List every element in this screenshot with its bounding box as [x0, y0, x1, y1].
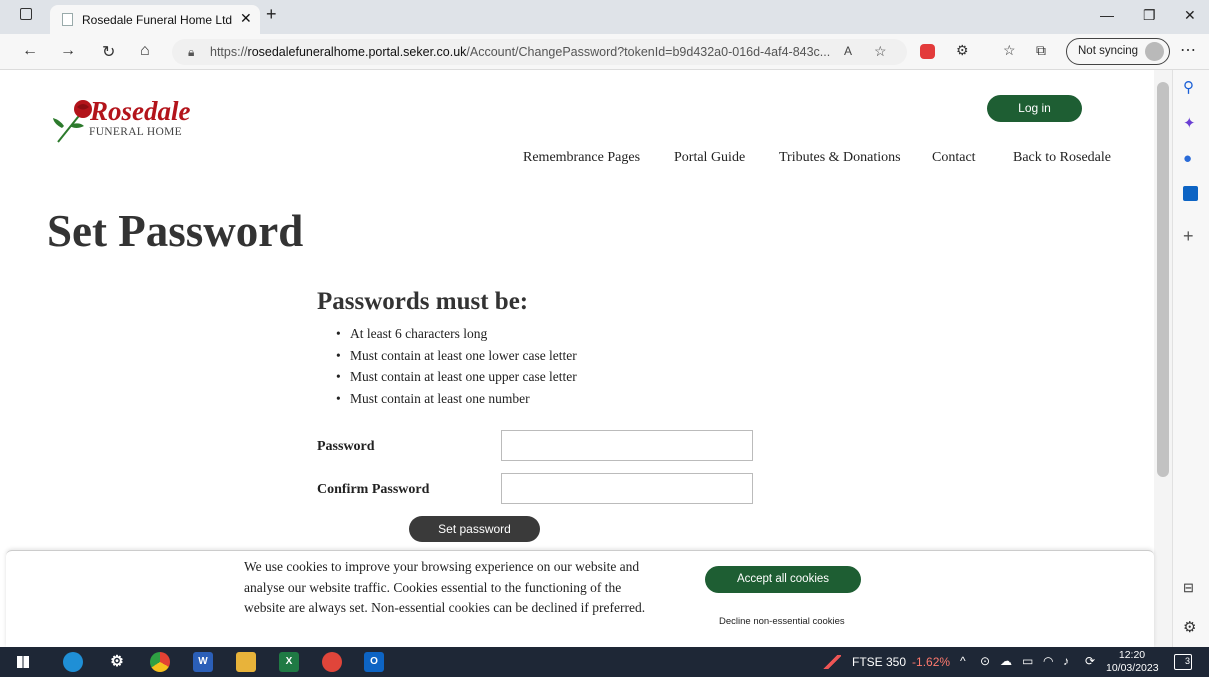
- logo-subtitle: FUNERAL HOME: [89, 126, 182, 138]
- onedrive-icon[interactable]: ☁: [1000, 654, 1012, 668]
- nav-remembrance-pages[interactable]: Remembrance Pages: [523, 150, 640, 166]
- close-tab-icon[interactable]: ✕: [240, 10, 252, 27]
- tab-title: Rosedale Funeral Home Ltd Clien: [82, 13, 232, 27]
- refresh-icon[interactable]: ↻: [102, 42, 115, 62]
- requirement-item: Must contain at least one upper case let…: [332, 369, 577, 391]
- nav-back-to-rosedale[interactable]: Back to Rosedale: [1013, 150, 1111, 166]
- logo-wordmark: Rosedale: [90, 96, 191, 126]
- set-password-button[interactable]: Set password: [409, 516, 540, 542]
- collections-icon[interactable]: ⧉: [1036, 42, 1046, 59]
- confirm-password-label: Confirm Password: [317, 482, 430, 497]
- profile-sync-button[interactable]: Not syncing: [1066, 38, 1170, 65]
- clock-date: 10/03/2023: [1106, 662, 1159, 674]
- requirements-title: Passwords must be:: [317, 288, 529, 315]
- browser-tab[interactable]: Rosedale Funeral Home Ltd Clien ✕: [50, 5, 260, 34]
- word-icon[interactable]: W: [193, 652, 213, 672]
- windows-start-icon[interactable]: [17, 656, 29, 668]
- extensions-puzzle-icon[interactable]: ⚙: [956, 42, 969, 59]
- nav-tributes-donations[interactable]: Tributes & Donations: [779, 150, 901, 166]
- ticker-name: FTSE 350: [852, 655, 907, 669]
- extension-icon[interactable]: [920, 44, 935, 59]
- windows-taskbar: ⚙ W X O FTSE 350 -1.62% ^ ⊙ ☁ ▭ ◠ ♪ ⟳ 12:…: [0, 647, 1209, 677]
- wifi-icon[interactable]: ◠: [1043, 654, 1053, 668]
- settings-icon[interactable]: ⚙: [107, 652, 127, 672]
- requirements-list: At least 6 characters long Must contain …: [332, 326, 577, 412]
- clock-time: 12:20: [1118, 649, 1146, 661]
- requirement-item: At least 6 characters long: [332, 326, 577, 348]
- scrollbar-thumb[interactable]: [1157, 82, 1169, 477]
- search-icon[interactable]: ⚲: [1183, 78, 1194, 96]
- meet-now-icon[interactable]: ⊙: [980, 654, 990, 668]
- ticker-change: -1.62%: [912, 655, 951, 669]
- requirement-item: Must contain at least one lower case let…: [332, 348, 577, 370]
- back-icon[interactable]: ←: [22, 42, 38, 60]
- rose-logo-icon: [53, 100, 92, 143]
- favorites-bar-icon[interactable]: ☆: [1003, 42, 1016, 59]
- excel-icon[interactable]: X: [279, 652, 299, 672]
- url-host: rosedalefuneralhome.portal.seker.co.uk: [247, 45, 467, 59]
- edge-browser-icon[interactable]: [63, 652, 83, 672]
- page-scrollbar[interactable]: [1154, 70, 1172, 647]
- add-sidebar-app-icon[interactable]: +: [1183, 226, 1194, 247]
- copilot-icon[interactable]: ✦: [1183, 114, 1196, 132]
- stock-ticker[interactable]: FTSE 350 -1.62%: [852, 655, 950, 669]
- requirement-item: Must contain at least one number: [332, 391, 577, 413]
- nav-contact[interactable]: Contact: [932, 150, 976, 166]
- close-window-icon[interactable]: ✕: [1184, 7, 1196, 24]
- notification-count: 3: [1184, 656, 1190, 666]
- more-menu-icon[interactable]: ⋯: [1180, 40, 1196, 60]
- battery-icon[interactable]: ▭: [1022, 654, 1033, 668]
- new-tab-icon[interactable]: +: [266, 4, 277, 25]
- url-prefix: https://: [210, 45, 248, 59]
- url-text[interactable]: https://rosedalefuneralhome.portal.seker…: [210, 45, 830, 59]
- favorite-star-icon[interactable]: ☆: [874, 43, 887, 60]
- browser-sidebar: ⚲ ✦ ● + ⊟ ⚙: [1172, 70, 1209, 647]
- lock-icon[interactable]: 🔒︎: [188, 45, 194, 60]
- hide-sidebar-icon[interactable]: ⊟: [1183, 580, 1194, 596]
- stock-chart-icon: [823, 655, 841, 669]
- tab-actions-icon[interactable]: [20, 8, 32, 20]
- password-label: Password: [317, 439, 375, 454]
- office-icon[interactable]: ●: [1183, 150, 1192, 167]
- nav-portal-guide[interactable]: Portal Guide: [674, 150, 745, 166]
- chrome-icon[interactable]: [150, 652, 170, 672]
- home-icon[interactable]: ⌂: [140, 42, 150, 60]
- outlook-icon[interactable]: [1183, 186, 1198, 201]
- file-explorer-icon[interactable]: [236, 652, 256, 672]
- forward-icon[interactable]: →: [60, 42, 76, 60]
- browser-title-bar: Rosedale Funeral Home Ltd Clien ✕ + — ❐ …: [0, 0, 1209, 34]
- app-icon[interactable]: [322, 652, 342, 672]
- update-icon[interactable]: ⟳: [1085, 654, 1095, 668]
- cookie-banner: We use cookies to improve your browsing …: [6, 550, 1154, 647]
- minimize-icon[interactable]: —: [1100, 7, 1114, 23]
- notifications-icon[interactable]: 3: [1174, 654, 1192, 670]
- decline-cookies-link[interactable]: Decline non-essential cookies: [719, 616, 845, 627]
- sync-label: Not syncing: [1078, 45, 1139, 57]
- address-bar[interactable]: 🔒︎ https://rosedalefuneralhome.portal.se…: [172, 39, 907, 65]
- page-title: Set Password: [47, 206, 304, 256]
- system-clock[interactable]: 12:20 10/03/2023: [1106, 649, 1159, 675]
- url-path: /Account/ChangePassword?tokenId=b9d432a0…: [466, 45, 831, 59]
- login-button[interactable]: Log in: [987, 95, 1082, 122]
- read-aloud-icon[interactable]: A: [844, 44, 852, 58]
- accept-all-cookies-button[interactable]: Accept all cookies: [705, 566, 861, 593]
- sidebar-settings-icon[interactable]: ⚙: [1183, 618, 1196, 636]
- cookie-message: We use cookies to improve your browsing …: [244, 559, 646, 615]
- browser-toolbar: ← → ↻ ⌂ 🔒︎ https://rosedalefuneralhome.p…: [0, 34, 1209, 70]
- page-favicon: [62, 13, 73, 26]
- password-field[interactable]: [501, 430, 753, 461]
- volume-icon[interactable]: ♪: [1063, 654, 1069, 668]
- restore-icon[interactable]: ❐: [1143, 7, 1156, 24]
- confirm-password-field[interactable]: [501, 473, 753, 504]
- profile-avatar-icon: [1145, 42, 1164, 61]
- show-hidden-icons-icon[interactable]: ^: [960, 654, 966, 668]
- outlook-taskbar-icon[interactable]: O: [364, 652, 384, 672]
